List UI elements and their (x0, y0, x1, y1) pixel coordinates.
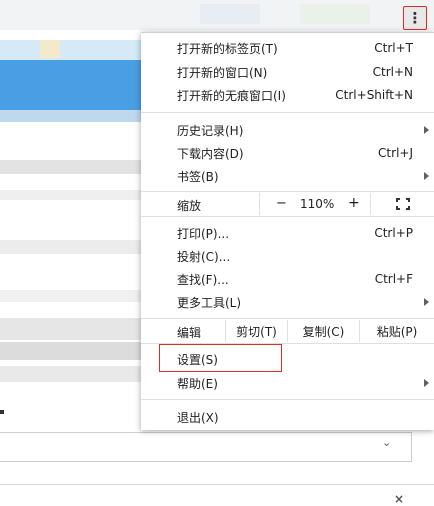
blurred-content (0, 190, 150, 200)
menu-item-label: 投射(C)... (177, 249, 231, 264)
menu-zoom-row: 缩放 − 110% + (141, 193, 434, 215)
menu-item-downloads[interactable]: 下载内容(D) Ctrl+J (141, 142, 434, 164)
close-icon[interactable]: × (394, 492, 404, 506)
blurred-logo (40, 40, 60, 58)
zoom-controls: − 110% + (259, 193, 371, 215)
menu-item-shortcut: Ctrl+Shift+N (335, 88, 413, 102)
menu-separator (141, 191, 434, 192)
background-bottom-bar (0, 484, 434, 506)
menu-item-shortcut: Ctrl+F (374, 272, 413, 286)
blurred-content (0, 110, 150, 122)
blurred-banner-image (0, 60, 150, 110)
background-input-field[interactable] (0, 432, 412, 462)
cut-button[interactable]: 剪切(T) (225, 320, 287, 342)
menu-item-label: 打开新的窗口(N) (177, 65, 268, 80)
menu-item-new-incognito-window[interactable]: 打开新的无痕窗口(I) Ctrl+Shift+N (141, 84, 434, 106)
submenu-arrow-icon (424, 172, 429, 180)
chevron-down-icon[interactable]: ⌄ (382, 436, 391, 449)
menu-item-label: 帮助(E) (177, 376, 218, 391)
menu-item-more-tools[interactable]: 更多工具(L) (141, 291, 434, 313)
menu-item-find[interactable]: 查找(F)... Ctrl+F (141, 268, 434, 290)
blurred-content (0, 366, 150, 382)
submenu-arrow-icon (424, 379, 429, 387)
blurred-content (0, 342, 150, 360)
menu-item-help[interactable]: 帮助(E) (141, 372, 434, 394)
menu-edit-row: 编辑 剪切(T) 复制(C) 粘贴(P) (141, 320, 434, 342)
zoom-in-button[interactable]: + (348, 195, 360, 211)
fullscreen-icon[interactable] (396, 198, 410, 210)
menu-item-label: 退出(X) (177, 410, 219, 425)
blurred-toolbar-icon (300, 4, 370, 24)
blurred-toolbar-icon (200, 4, 260, 24)
menu-item-print[interactable]: 打印(P)... Ctrl+P (141, 222, 434, 244)
blurred-content (0, 160, 150, 174)
paste-button-label: 粘贴(P) (376, 324, 418, 339)
edit-label: 编辑 (177, 326, 202, 340)
menu-item-label: 打开新的标签页(T) (177, 41, 278, 56)
copy-button-label: 复制(C) (302, 324, 345, 339)
blurred-content (0, 240, 150, 254)
cut-button-label: 剪切(T) (236, 324, 277, 339)
paste-button[interactable]: 粘贴(P) (359, 320, 434, 342)
menu-item-shortcut: Ctrl+N (372, 65, 413, 79)
menu-item-bookmarks[interactable]: 书签(B) (141, 165, 434, 187)
chrome-main-menu: 打开新的标签页(T) Ctrl+T 打开新的窗口(N) Ctrl+N 打开新的无… (141, 32, 434, 430)
menu-item-label: 历史记录(H) (177, 123, 244, 138)
menu-separator (141, 216, 434, 217)
menu-item-shortcut: Ctrl+J (378, 146, 413, 160)
blurred-content (0, 290, 150, 302)
menu-separator (141, 399, 434, 400)
menu-separator (141, 112, 434, 113)
blurred-mark (0, 410, 4, 414)
more-vert-icon: ⋮ (407, 8, 423, 27)
menu-item-history[interactable]: 历史记录(H) (141, 119, 434, 141)
copy-button[interactable]: 复制(C) (287, 320, 359, 342)
menu-item-shortcut: Ctrl+T (374, 41, 413, 55)
menu-item-label: 书签(B) (177, 169, 219, 184)
submenu-arrow-icon (424, 298, 429, 306)
menu-item-exit[interactable]: 退出(X) (141, 406, 434, 428)
zoom-label: 缩放 (177, 199, 202, 213)
menu-item-new-window[interactable]: 打开新的窗口(N) Ctrl+N (141, 61, 434, 83)
menu-item-label: 打印(P)... (177, 226, 230, 241)
submenu-arrow-icon (424, 126, 429, 134)
settings-highlight-box (159, 344, 282, 372)
menu-item-new-tab[interactable]: 打开新的标签页(T) Ctrl+T (141, 37, 434, 59)
menu-item-label: 查找(F)... (177, 272, 229, 287)
menu-item-label: 更多工具(L) (177, 295, 242, 310)
menu-item-cast[interactable]: 投射(C)... (141, 245, 434, 267)
menu-item-label: 打开新的无痕窗口(I) (177, 88, 286, 103)
menu-item-shortcut: Ctrl+P (374, 226, 413, 240)
customize-menu-button[interactable]: ⋮ (403, 6, 427, 30)
zoom-level: 110% (300, 197, 335, 211)
zoom-out-button[interactable]: − (276, 196, 287, 211)
menu-separator (141, 318, 434, 319)
menu-item-label: 下载内容(D) (177, 146, 244, 161)
blurred-content (0, 318, 150, 340)
